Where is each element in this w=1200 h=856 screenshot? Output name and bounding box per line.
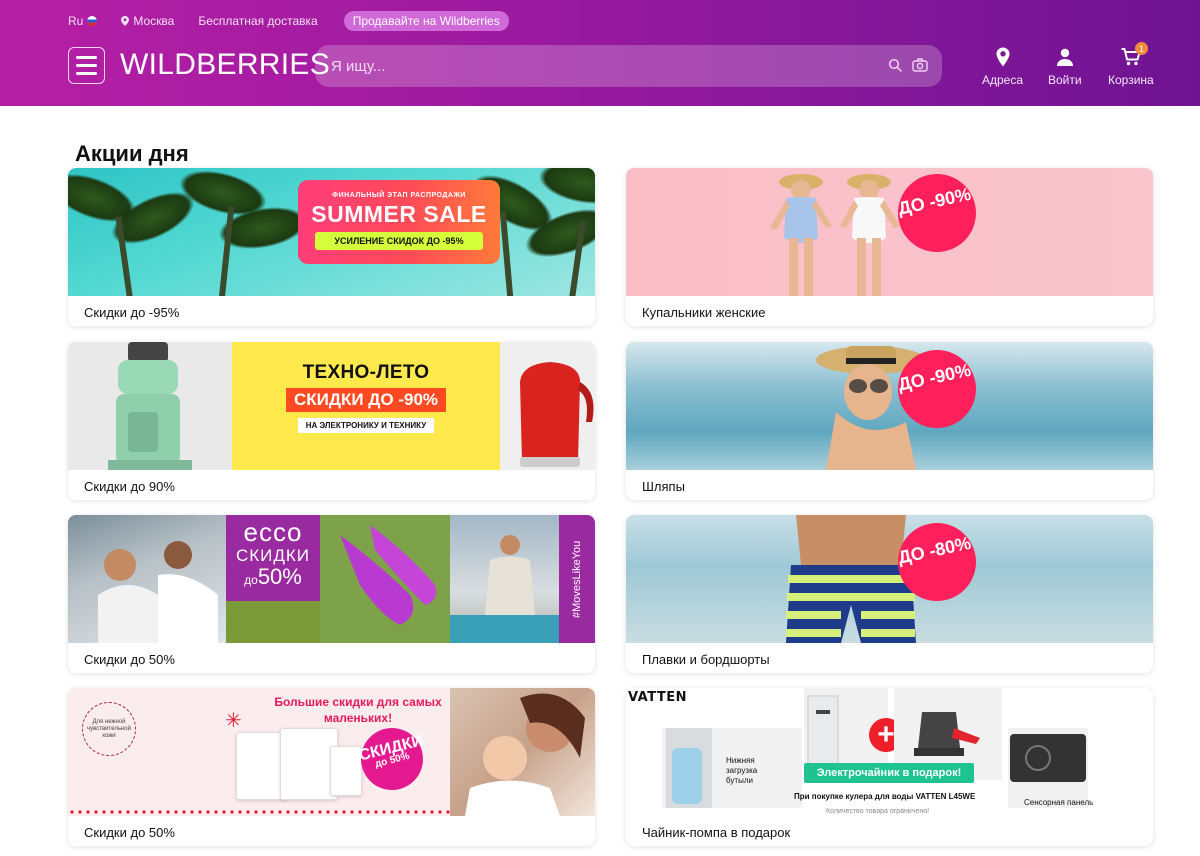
search-input[interactable] (331, 55, 871, 77)
russia-flag-icon (87, 16, 98, 26)
techno-summer-banner: ТЕХНО-ЛЕТО СКИДКИ ДО -90% НА ЭЛЕКТРОНИКУ… (232, 342, 500, 470)
language-selector[interactable]: Ru (68, 14, 98, 28)
grass-image (226, 601, 320, 643)
dotted-divider (68, 810, 450, 814)
promo-banner: ТЕХНО-ЛЕТО СКИДКИ ДО -90% НА ЭЛЕКТРОНИКУ… (68, 342, 595, 470)
promo-caption: Плавки и бордшорты (626, 643, 1153, 673)
cart-label: Корзина (1108, 73, 1154, 87)
search-icon[interactable] (888, 58, 902, 72)
promo-banner: VATTEN Нижняя загрузка бутыли + Электроч… (626, 688, 1153, 816)
city-label: Москва (133, 14, 175, 28)
couple-image (68, 515, 226, 643)
bottom-loading-label: Нижняя загрузка бутыли (726, 756, 758, 785)
sale-headline: SUMMER SALE (311, 201, 487, 227)
section-title: Акции дня (75, 141, 189, 166)
promo-card-swimsuits[interactable]: ДО -90% Купальники женские (626, 168, 1153, 326)
promo-caption: Купальники женские (626, 296, 1153, 326)
models-image (770, 174, 900, 296)
promo-card-techno-summer[interactable]: ТЕХНО-ЛЕТО СКИДКИ ДО -90% НА ЭЛЕКТРОНИКУ… (68, 342, 595, 500)
login-label: Войти (1048, 73, 1082, 87)
promo-card-hats[interactable]: ДО -90% Шляпы (626, 342, 1153, 500)
coffee-grinder-image (68, 342, 232, 470)
sale-strip: УСИЛЕНИЕ СКИДОК ДО -95% (315, 232, 483, 250)
menu-button[interactable] (68, 47, 105, 84)
promo-banner: ФИНАЛЬНЫЙ ЭТАП РАСПРОДАЖИ SUMMER SALE УС… (68, 168, 595, 296)
promo-banner: ДО -90% (626, 342, 1153, 470)
header: Ru Москва Бесплатная доставка Продавайте… (0, 0, 1200, 106)
hashtag-label: #MovesLikeYou (559, 515, 595, 643)
promo-caption: Скидки до -95% (68, 296, 595, 326)
promo-card-ecco[interactable]: ecco СКИДКИ до50% #MovesLikeYou Скидки д… (68, 515, 595, 673)
burger-line (76, 56, 97, 59)
sale-kicker: ФИНАЛЬНЫЙ ЭТАП РАСПРОДАЖИ (332, 192, 466, 199)
promo-card-summer-sale[interactable]: ФИНАЛЬНЫЙ ЭТАП РАСПРОДАЖИ SUMMER SALE УС… (68, 168, 595, 326)
kids-promo-title: Большие скидки для самых маленьких! (274, 695, 442, 725)
addresses-label: Адреса (982, 73, 1024, 87)
cart-link[interactable]: 1 Корзина (1108, 42, 1154, 87)
login-link[interactable]: Войти (1048, 46, 1082, 87)
sell-on-wildberries-button[interactable]: Продавайте на Wildberries (343, 11, 509, 31)
promo-banner: ДО -80% (626, 515, 1153, 643)
discount-badge: СКИДКИ до 50% (354, 721, 430, 797)
promo-banner: Для нежной чувствительной кожи ✳ Большие… (68, 688, 595, 816)
cart-count-badge: 1 (1135, 42, 1148, 55)
promo-caption: Шляпы (626, 470, 1153, 500)
camera-icon[interactable] (912, 58, 928, 72)
promo-banner: ДО -90% (626, 168, 1153, 296)
banner-line-3: НА ЭЛЕКТРОНИКУ И ТЕХНИКУ (297, 418, 435, 433)
user-icon (1056, 48, 1073, 66)
discount-word: СКИДКИ (235, 546, 311, 565)
free-delivery-link[interactable]: Бесплатная доставка (198, 14, 317, 28)
promo-banner: ecco СКИДКИ до50% #MovesLikeYou (68, 515, 595, 643)
promo-card-swim-trunks[interactable]: ДО -80% Плавки и бордшорты (626, 515, 1153, 673)
location-pin-icon (121, 16, 130, 26)
kettle-image (500, 342, 595, 470)
banner-line-1: ТЕХНО-ЛЕТО (302, 362, 430, 383)
discount-value: 50% (257, 564, 302, 589)
touch-panel-image (1008, 728, 1088, 808)
topbar: Ru Москва Бесплатная доставка Продавайте… (68, 11, 509, 31)
burger-line (76, 72, 97, 75)
promo-card-kids[interactable]: Для нежной чувствительной кожи ✳ Большие… (68, 688, 595, 846)
promo-caption: Скидки до 90% (68, 470, 595, 500)
sparkle-icon: ✳ (225, 710, 242, 732)
sandals-image (320, 515, 450, 643)
banner-line-2: СКИДКИ ДО -90% (285, 388, 447, 412)
sensitive-skin-stamp: Для нежной чувствительной кожи (82, 702, 136, 756)
touch-panel-label: Сенсорная панель (1024, 798, 1094, 807)
cooler-purchase-text: При покупке кулера для воды VATTEN L45WE (794, 792, 976, 801)
promo-card-vatten[interactable]: VATTEN Нижняя загрузка бутыли + Электроч… (626, 688, 1153, 846)
vatten-logo: VATTEN (628, 690, 688, 705)
mother-baby-image (450, 688, 595, 816)
addresses-link[interactable]: Адреса (982, 46, 1023, 87)
burger-line (76, 64, 97, 67)
discount-prefix: до (244, 573, 258, 587)
ecco-promo-box: ecco СКИДКИ до50% (226, 515, 320, 601)
summer-sale-badge: ФИНАЛЬНЫЙ ЭТАП РАСПРОДАЖИ SUMMER SALE УС… (298, 180, 500, 264)
gift-kettle-banner: Электрочайник в подарок! (804, 763, 974, 783)
ecco-logo: ecco (243, 517, 303, 547)
city-selector[interactable]: Москва (121, 14, 174, 28)
language-label: Ru (68, 14, 84, 28)
promo-caption: Скидки до 50% (68, 643, 595, 673)
logo[interactable]: WILDBERRIES (120, 48, 330, 82)
promo-caption: Чайник-помпа в подарок (626, 816, 1153, 846)
limited-quantity-note: Количество товара ограничено! (826, 808, 930, 815)
woman-car-image (450, 515, 560, 643)
promo-caption: Скидки до 50% (68, 816, 595, 846)
location-pin-icon (996, 47, 1010, 67)
diaper-pack-image (330, 746, 362, 796)
search-bar (315, 45, 942, 87)
